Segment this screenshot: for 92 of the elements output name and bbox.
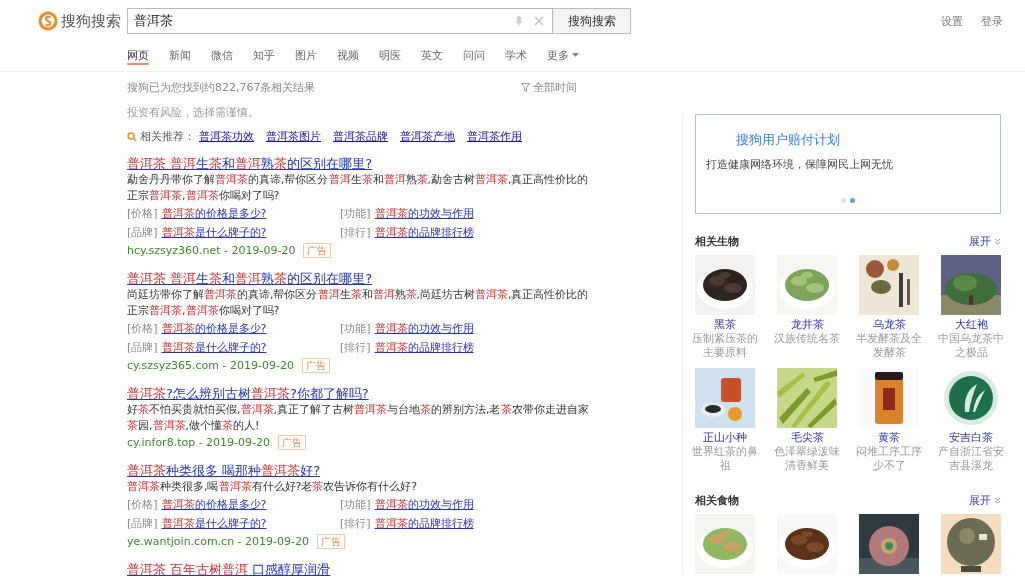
result-source: cy.infor8.top - 2019-09-20 — [127, 435, 271, 451]
search-tab[interactable]: 网页 — [127, 42, 149, 65]
search-tab[interactable]: 微信 — [211, 42, 233, 65]
risk-notice: 投资有风险，选择需谨慎。 — [127, 105, 260, 120]
item-description: 色泽翠绿泼味清香鲜美 — [773, 445, 841, 473]
ad-badge: 广告 — [301, 358, 330, 373]
search-tab[interactable]: 英文 — [421, 42, 443, 65]
microphone-icon[interactable] — [513, 15, 525, 27]
item-name[interactable]: 黑茶 — [714, 318, 736, 332]
result-source: hcy.szsyz360.net - 2019-09-20 — [127, 243, 296, 259]
expand-link[interactable]: 展开 — [969, 234, 991, 249]
search-icon — [127, 131, 137, 142]
chevron-down-icon — [994, 497, 1001, 504]
header-link[interactable]: 登录 — [981, 13, 1003, 29]
caret-icon[interactable] — [572, 53, 579, 57]
chevron-down-icon — [994, 238, 1001, 245]
sublink-label: [功能] — [340, 497, 371, 513]
item-name[interactable]: 正山小种 — [703, 431, 747, 445]
item-description: 产自浙江省安吉县溪龙 — [937, 445, 1005, 473]
item-description: 闷堆工序工序少不了 — [855, 445, 923, 473]
result-count: 搜狗已为您找到约822,767条相关结果 — [127, 80, 316, 95]
related-link[interactable]: 普洱茶品牌 — [333, 129, 388, 144]
promo-card[interactable]: 搜狗用户赔付计划 打造健康网络环境，保障网民上网无忧 — [695, 114, 1001, 214]
item-name[interactable]: 大红袍 — [954, 318, 988, 332]
result-snippet: 尚廷坊带你了解普洱茶的真谛,帮你区分普洱生茶和普洱熟茶,尚廷坊古树普洱茶,真正高性价比的正宗普洱茶,普洱茶你喝对了吗? — [127, 287, 589, 319]
logo-text[interactable]: 搜狗搜索 — [61, 11, 121, 31]
sublink-label: [价格] — [127, 497, 158, 513]
logo-icon[interactable] — [38, 11, 58, 31]
search-tab[interactable]: 图片 — [295, 42, 317, 65]
search-tab[interactable]: 视频 — [337, 42, 359, 65]
time-filter[interactable]: 全部时间 — [533, 80, 577, 95]
sublink[interactable]: 普洱茶的功效与作用 — [374, 319, 474, 338]
sublink-label: [排行] — [340, 516, 371, 532]
search-field[interactable]: 普洱茶 — [127, 8, 553, 34]
promo-subtitle: 打造健康网络环境，保障网民上网无忧 — [706, 157, 894, 172]
carousel-dot[interactable] — [841, 198, 846, 203]
item-name[interactable]: 安吉白茶 — [949, 431, 993, 445]
result-source: cy.szsyz365.com - 2019-09-20 — [127, 358, 294, 374]
item-name[interactable]: 乌龙茶 — [872, 318, 906, 332]
related-link[interactable]: 普洱茶作用 — [467, 129, 522, 144]
sublink-label: [功能] — [340, 206, 371, 222]
search-button[interactable]: 搜狗搜索 — [553, 8, 631, 34]
search-tab[interactable]: 学术 — [505, 42, 527, 65]
result-snippet: 勐舍丹丹带你了解普洱茶的真谛,帮你区分普洱生茶和普洱熟茶,勐舍古树普洱茶,真正高性价比的正宗普洱茶,普洱茶你喝对了吗? — [127, 172, 589, 204]
promo-title[interactable]: 搜狗用户赔付计划 — [706, 131, 1000, 149]
ad-badge: 广告 — [317, 534, 345, 549]
header-link[interactable]: 设置 — [941, 13, 963, 29]
search-tab[interactable]: 更多 — [547, 42, 579, 65]
result-title[interactable]: 普洱茶 百年古树普洱 口感醇厚润滑 — [127, 561, 331, 578]
search-tab[interactable]: 新闻 — [169, 42, 191, 65]
sublink[interactable]: 普洱茶的品牌排行榜 — [374, 338, 474, 357]
item-name[interactable]: 黄茶 — [878, 431, 900, 445]
expand-link[interactable]: 展开 — [969, 493, 991, 508]
sublink[interactable]: 普洱茶的品牌排行榜 — [374, 514, 474, 533]
item-name[interactable]: 龙井茶 — [790, 318, 824, 332]
item-description: 世界红茶的鼻祖 — [691, 445, 759, 473]
search-tab[interactable]: 知乎 — [253, 42, 275, 65]
item-description: 中国乌龙茶中之极品 — [937, 332, 1005, 360]
related-link[interactable]: 普洱茶产地 — [400, 129, 455, 144]
clear-icon[interactable] — [533, 15, 545, 27]
sublink-label: [品牌] — [127, 340, 158, 356]
related-link[interactable]: 普洱茶功效 — [199, 129, 254, 144]
search-tab[interactable]: 问问 — [463, 42, 485, 65]
sublink[interactable]: 普洱茶是什么牌子的? — [161, 514, 267, 533]
sublink-label: [功能] — [340, 321, 371, 337]
item-description: 压制紧压茶的主要原料 — [691, 332, 759, 360]
sublink[interactable]: 普洱茶是什么牌子的? — [161, 223, 267, 242]
ad-badge: 广告 — [278, 435, 307, 450]
section-title: 相关食物 — [695, 493, 739, 508]
related-link[interactable]: 普洱茶图片 — [266, 129, 321, 144]
search-tab[interactable]: 明医 — [379, 42, 401, 65]
item-name[interactable]: 毛尖茶 — [790, 431, 824, 445]
sublink-label: [价格] — [127, 206, 158, 222]
result-source: ye.wantjoin.com.cn - 2019-09-20 — [127, 534, 309, 550]
sublink-label: [品牌] — [127, 225, 158, 241]
sublink-label: [价格] — [127, 321, 158, 337]
sublink-label: [排行] — [340, 225, 371, 241]
section-title: 相关生物 — [695, 234, 739, 249]
sublink[interactable]: 普洱茶的功效与作用 — [374, 204, 474, 223]
sublink-label: [品牌] — [127, 516, 158, 532]
item-description: 半发酵茶及全发酵茶 — [855, 332, 923, 360]
item-description: 汉族传统名茶 — [773, 332, 841, 346]
filter-icon[interactable] — [521, 83, 530, 92]
sublink[interactable]: 普洱茶的功效与作用 — [374, 495, 474, 514]
related-label: 相关推荐： — [140, 129, 195, 144]
ad-badge: 广告 — [303, 243, 332, 258]
result-snippet: 普洱茶种类很多,喝普洱茶有什么好?老茶农告诉你有什么好? — [127, 479, 419, 495]
result-snippet: 好茶不怕买贵就怕买假,普洱茶,真正了解了古树普洱茶与台地茶的辨别方法,老茶农带你走进自家 茶园,普洱茶,做个懂茶的人! — [127, 402, 589, 434]
sublink-label: [排行] — [340, 340, 371, 356]
sublink[interactable]: 普洱茶的品牌排行榜 — [374, 223, 474, 242]
carousel-dot[interactable] — [850, 198, 855, 203]
sublink[interactable]: 普洱茶是什么牌子的? — [161, 338, 267, 357]
